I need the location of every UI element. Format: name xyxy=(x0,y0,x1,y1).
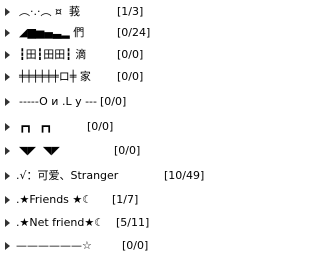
group-count: [10/49] xyxy=(164,169,205,182)
group-count: [1/7] xyxy=(112,193,139,206)
expand-arrow-icon[interactable] xyxy=(5,123,10,131)
group-count: [0/0] xyxy=(87,120,114,133)
group-row[interactable]: ┏┓ ┏┓ [0/0] xyxy=(0,117,278,137)
group-name: ◢▆▅▄▃▂ 們 xyxy=(19,26,85,39)
expand-arrow-icon[interactable] xyxy=(5,51,10,59)
expand-arrow-icon[interactable] xyxy=(5,8,10,16)
group-row[interactable]: ——————☆ [0/0] xyxy=(0,236,278,256)
group-name: .√：可爱、Stranger xyxy=(16,169,119,182)
group-row[interactable]: .√：可爱、Stranger [10/49] xyxy=(0,166,278,186)
group-name: ——————☆ xyxy=(16,239,92,252)
expand-arrow-icon[interactable] xyxy=(5,98,10,106)
expand-arrow-icon[interactable] xyxy=(5,73,10,81)
group-count: [0/0] xyxy=(117,70,144,83)
expand-arrow-icon[interactable] xyxy=(5,147,10,155)
group-name: .★Net friend★☾ xyxy=(16,216,105,229)
group-count: [0/0] xyxy=(114,144,141,157)
group-name: ┏┓ ┏┓ xyxy=(19,120,53,133)
group-name: -----O и .L у --- xyxy=(19,95,97,108)
group-count: [0/0] xyxy=(100,95,127,108)
group-row[interactable]: -----O и .L у --- [0/0] xyxy=(0,92,278,112)
expand-arrow-icon[interactable] xyxy=(5,242,10,250)
group-name: ┇田┇田田┇ 滴 xyxy=(19,48,87,61)
group-count: [0/24] xyxy=(117,26,151,39)
expand-arrow-icon[interactable] xyxy=(5,172,10,180)
group-count: [0/0] xyxy=(117,48,144,61)
group-count: [5/11] xyxy=(116,216,150,229)
group-row[interactable]: .★Friends ★☾ [1/7] xyxy=(0,190,278,210)
expand-arrow-icon[interactable] xyxy=(5,196,10,204)
group-row[interactable]: ◢▆▅▄▃▂ 們 [0/24] xyxy=(0,23,278,43)
group-row[interactable]: ╪╪╪╪╪╪ロ╪ 家 [0/0] xyxy=(0,67,278,87)
group-name: ︵·.·︵ ¤ 莪 xyxy=(19,5,80,18)
group-row[interactable]: ◥◤ ◥◤ [0/0] xyxy=(0,141,278,161)
group-name: .★Friends ★☾ xyxy=(16,193,93,206)
group-count: [0/0] xyxy=(122,239,149,252)
group-row[interactable]: ︵·.·︵ ¤ 莪 [1/3] xyxy=(0,2,278,22)
expand-arrow-icon[interactable] xyxy=(5,219,10,227)
group-name: ◥◤ ◥◤ xyxy=(19,144,60,157)
group-count: [1/3] xyxy=(117,5,144,18)
group-name: ╪╪╪╪╪╪ロ╪ 家 xyxy=(19,70,91,83)
friend-group-tree: ︵·.·︵ ¤ 莪 [1/3] ◢▆▅▄▃▂ 們 [0/24] ┇田┇田田┇ 滴… xyxy=(0,0,278,258)
expand-arrow-icon[interactable] xyxy=(5,29,10,37)
group-row[interactable]: .★Net friend★☾ [5/11] xyxy=(0,213,278,233)
group-row[interactable]: ┇田┇田田┇ 滴 [0/0] xyxy=(0,45,278,65)
